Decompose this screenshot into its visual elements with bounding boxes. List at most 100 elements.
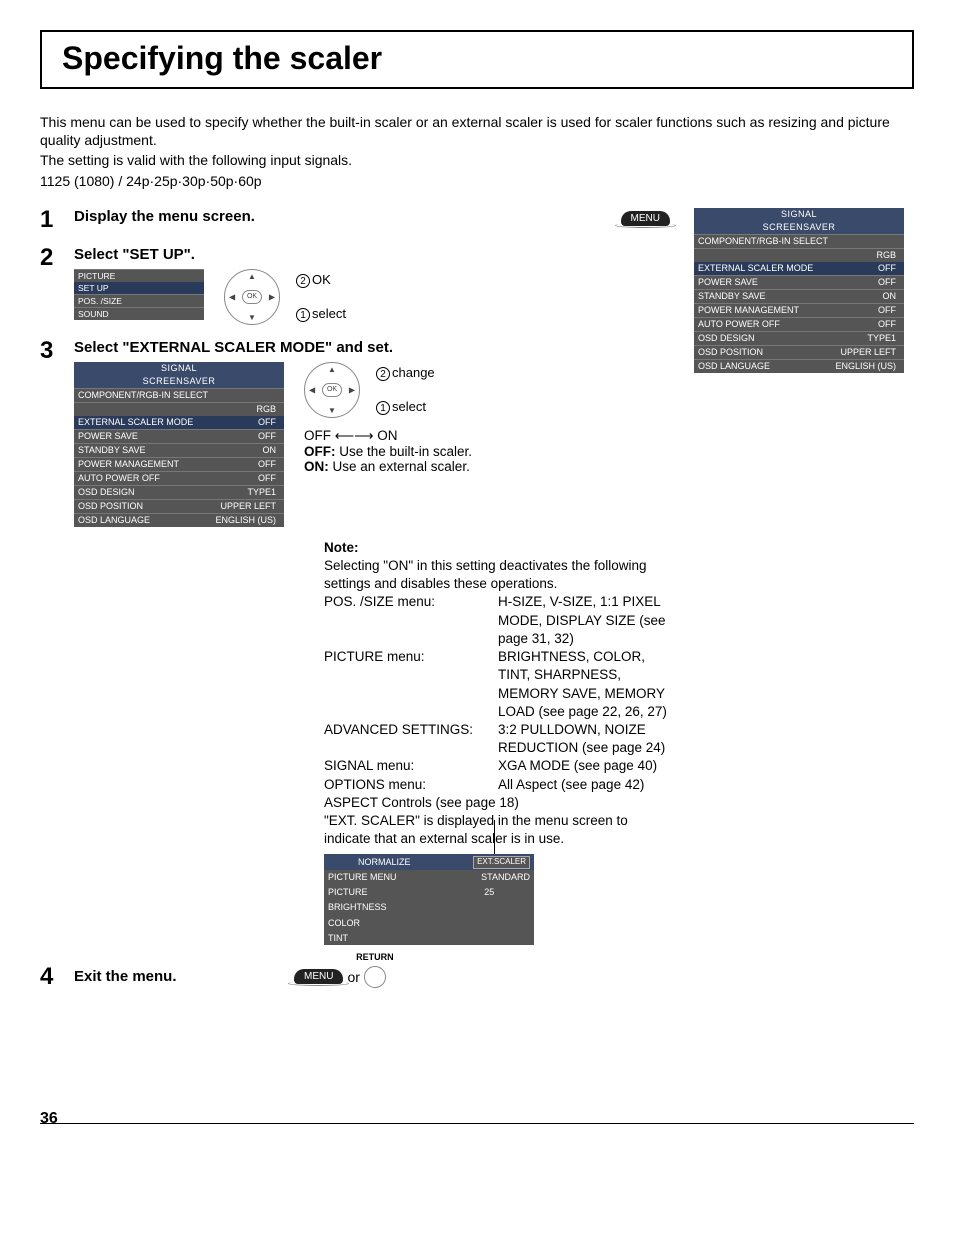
dpad-ok-label: 2OK [296,272,346,288]
step-1: 1 Display the menu screen. MENU [40,208,670,232]
step-4-heading: Exit the menu. [74,968,274,985]
ext-row: PICTURE MENU [324,870,444,885]
osd-val: ENGLISH (US) [206,513,284,527]
dpad-select-label: 1select [376,399,435,415]
ext-row: COLOR [324,915,444,930]
osd-row: COMPONENT/RGB-IN SELECT [74,388,284,402]
menu-item-selected: SET UP [74,282,204,295]
osd-val: OFF [206,471,284,485]
osd-val: OFF [826,262,904,276]
osd-row [74,402,206,416]
ext-row: NORMALIZE [324,854,444,869]
off-on-toggle: OFF ⟵⟶ ON [304,428,472,444]
step-2: 2 Select "SET UP". PICTURE SET UP POS. /… [40,246,670,325]
dpad-icon: ▲▼◀▶ OK [224,269,280,325]
note-heading: Note: [324,539,670,557]
def-val: H-SIZE, V-SIZE, 1:1 PIXEL MODE, DISPLAY … [498,593,670,648]
note-lead: Selecting "ON" in this setting deactivat… [324,557,670,593]
def-key: OPTIONS menu: [324,776,494,794]
osd-val: OFF [206,457,284,471]
note-block: Note: Selecting "ON" in this setting dea… [324,539,670,951]
on-desc: ON: Use an external scaler. [304,459,472,474]
off-desc: OFF: Use the built-in scaler. [304,444,472,459]
ok-button-icon: OK [242,290,262,304]
ext-row: BRIGHTNESS [324,900,444,915]
def-key: ADVANCED SETTINGS: [324,721,494,757]
osd-val: ON [826,289,904,303]
menu-button-icon: MENU [294,969,343,984]
osd-row: OSD LANGUAGE [74,513,206,527]
osd-val: ON [206,443,284,457]
or-text: or [347,969,359,985]
setup-menu-mock: PICTURE SET UP POS. /SIZE SOUND [74,269,204,320]
ext-scaler-menu-mock: EXT.SCALER NORMALIZE PICTURE MENUSTANDAR… [324,854,534,945]
intro-text: This menu can be used to specify whether… [40,113,914,190]
osd-row: STANDBY SAVE [694,289,826,303]
def-key: PICTURE menu: [324,648,494,721]
osd-row: COMPONENT/RGB-IN SELECT [694,234,904,248]
osd-val: UPPER LEFT [826,345,904,359]
step-1-heading: Display the menu screen. [74,208,601,225]
ext-val: 25 [444,885,534,900]
menu-button-icon: MENU [621,211,670,226]
footer-rule [40,1123,914,1124]
osd-val: OFF [206,429,284,443]
step-1-number: 1 [40,208,60,232]
osd-val: RGB [826,248,904,262]
osd-row: SIGNAL [694,208,904,221]
note-aspect: ASPECT Controls (see page 18) [324,794,670,812]
def-val: All Aspect (see page 42) [498,776,670,794]
intro-line-2: The setting is valid with the following … [40,151,914,169]
step-2-heading: Select "SET UP". [74,246,670,263]
sidebar-osd: SIGNAL SCREENSAVER COMPONENT/RGB-IN SELE… [694,208,904,373]
ok-button-icon: OK [322,383,342,397]
ext-scaler-wrap: EXT.SCALER NORMALIZE PICTURE MENUSTANDAR… [324,848,534,945]
page-number: 36 [40,1110,58,1128]
osd-row: POWER MANAGEMENT [694,303,826,317]
osd-row: STANDBY SAVE [74,443,206,457]
osd-val: ENGLISH (US) [826,359,904,373]
def-val: 3:2 PULLDOWN, NOIZE REDUCTION (see page … [498,721,670,757]
osd-row [694,248,826,262]
def-key: SIGNAL menu: [324,757,494,775]
osd-row: OSD DESIGN [74,485,206,499]
osd-row: EXTERNAL SCALER MODE [74,416,206,430]
menu-item: SOUND [74,307,204,320]
dpad-change-label: 2change [376,365,435,381]
osd-row: POWER SAVE [694,275,826,289]
osd-val: UPPER LEFT [206,499,284,513]
osd-val: OFF [826,303,904,317]
step-3-heading: Select "EXTERNAL SCALER MODE" and set. [74,339,670,356]
step-4: 4 Exit the menu. MENU or RETURN [40,965,670,989]
menu-item: POS. /SIZE [74,294,204,307]
title-box: Specifying the scaler [40,30,914,89]
ext-row: TINT [324,930,444,945]
osd-val: OFF [206,416,284,430]
osd-val: RGB [206,402,284,416]
intro-line-1: This menu can be used to specify whether… [40,113,914,149]
ext-val: STANDARD [444,870,534,885]
sidebar-osd-column: SIGNAL SCREENSAVER COMPONENT/RGB-IN SELE… [694,208,914,1003]
osd-val: TYPE1 [826,331,904,345]
osd-row: EXTERNAL SCALER MODE [694,262,826,276]
osd-row: AUTO POWER OFF [74,471,206,485]
step-3: 3 Select "EXTERNAL SCALER MODE" and set.… [40,339,670,951]
osd-row: POWER SAVE [74,429,206,443]
step-2-number: 2 [40,246,60,325]
osd-row: OSD DESIGN [694,331,826,345]
def-val: BRIGHTNESS, COLOR, TINT, SHARPNESS, MEMO… [498,648,670,721]
ext-row: PICTURE [324,885,444,900]
steps-column: 1 Display the menu screen. MENU 2 Select… [40,208,670,1003]
osd-row: AUTO POWER OFF [694,317,826,331]
osd-val: TYPE1 [206,485,284,499]
dpad-icon: ▲▼◀▶ OK [304,362,360,418]
osd-val: OFF [826,275,904,289]
external-scaler-osd: SIGNAL SCREENSAVER COMPONENT/RGB-IN SELE… [74,362,284,527]
intro-line-3: 1125 (1080) / 24p·25p·30p·50p·60p [40,172,914,190]
note-definitions: POS. /SIZE menu:H-SIZE, V-SIZE, 1:1 PIXE… [324,593,670,793]
step-4-number: 4 [40,965,60,989]
osd-row: SIGNAL [74,362,284,375]
def-val: XGA MODE (see page 40) [498,757,670,775]
osd-row: SCREENSAVER [694,221,904,235]
return-label: RETURN [356,952,394,962]
